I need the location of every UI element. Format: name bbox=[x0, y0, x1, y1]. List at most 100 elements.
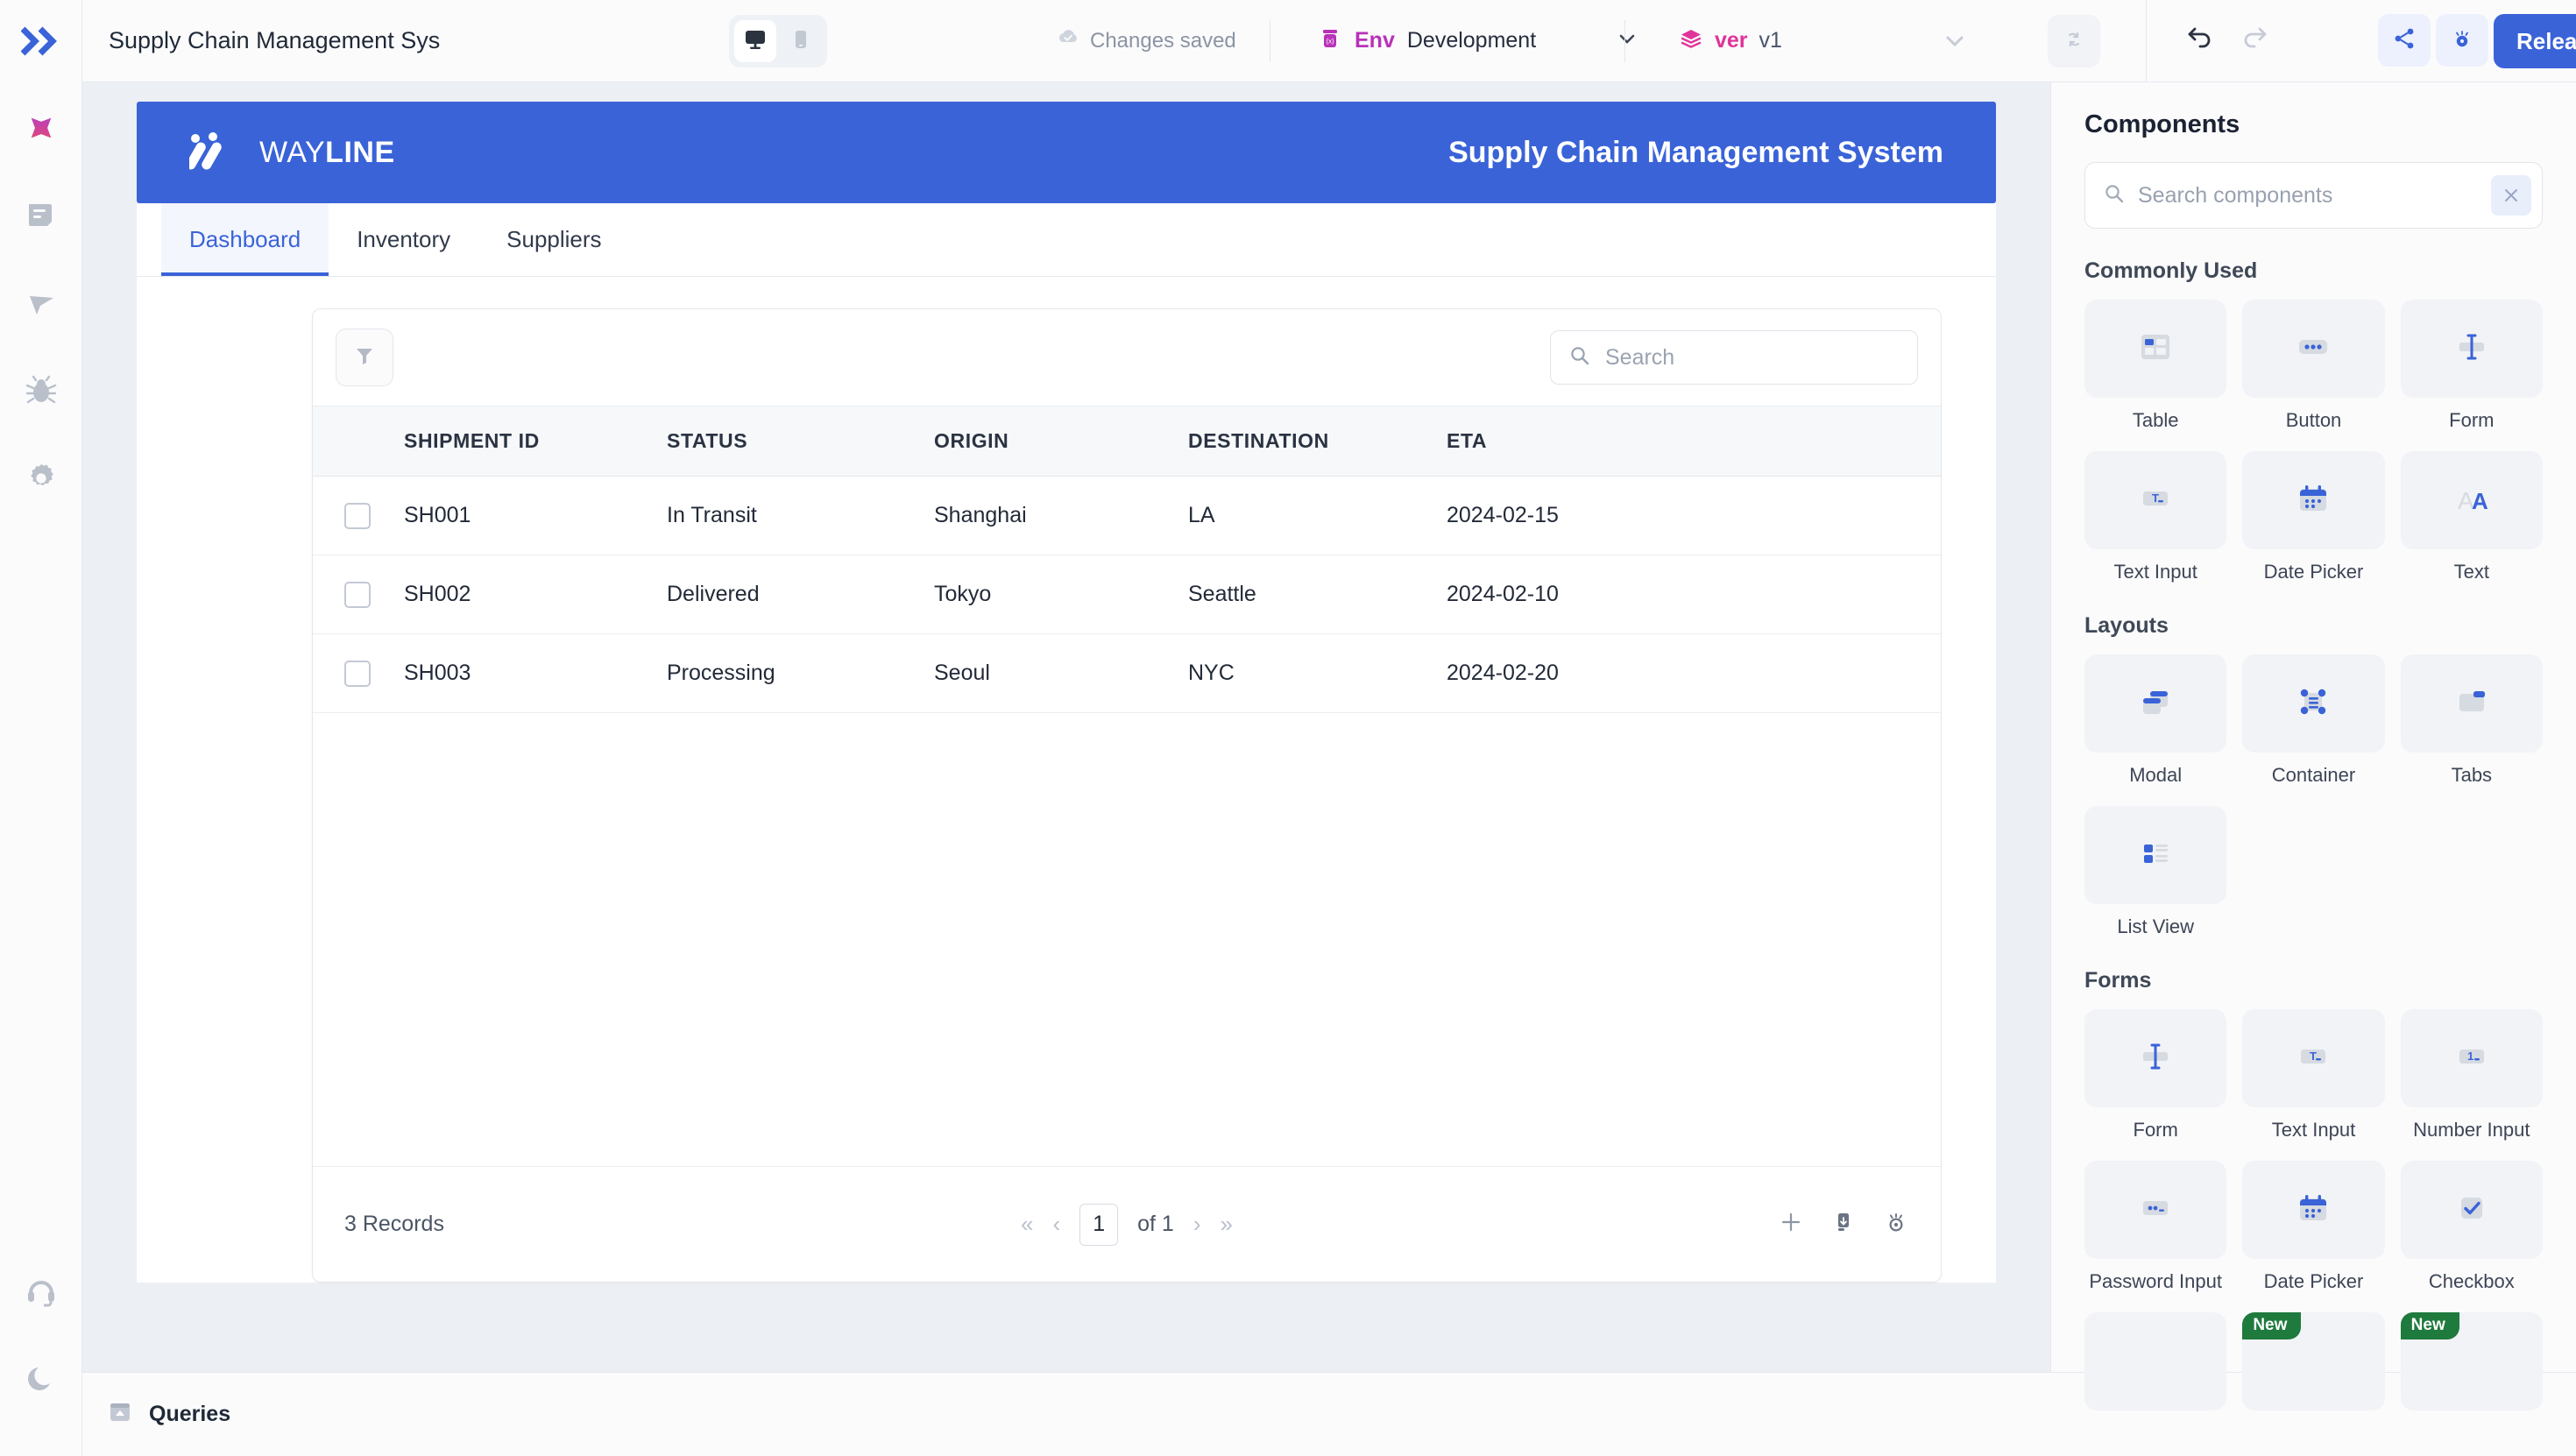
component-card-button[interactable]: Button bbox=[2242, 300, 2385, 432]
sidebar-item-apps[interactable] bbox=[17, 105, 66, 154]
component-label: Text Input bbox=[2113, 561, 2197, 583]
component-label: Date Picker bbox=[2263, 1270, 2364, 1292]
sidebar-item-pages[interactable] bbox=[17, 193, 66, 242]
component-card-form-2[interactable]: Form bbox=[2084, 1009, 2227, 1141]
component-label: Button bbox=[2285, 409, 2342, 431]
column-header-spacer bbox=[1709, 406, 1941, 477]
sidebar-item-settings[interactable] bbox=[17, 456, 66, 505]
table-search-input[interactable] bbox=[1605, 344, 1900, 371]
redo-button[interactable] bbox=[2238, 19, 2269, 55]
environment-selector[interactable]: (x) Env Development bbox=[1318, 25, 1640, 56]
component-card-number-input[interactable]: 1 Number Input bbox=[2400, 1009, 2543, 1141]
refresh-button[interactable] bbox=[2048, 15, 2100, 67]
svg-text:A: A bbox=[2472, 488, 2488, 514]
table-search-box[interactable] bbox=[1550, 330, 1918, 385]
component-card-text[interactable]: A A Text bbox=[2400, 451, 2543, 583]
column-header-destination[interactable]: DESTINATION bbox=[1188, 406, 1447, 477]
version-selector[interactable]: ver v1 bbox=[1679, 26, 1782, 55]
table-row[interactable]: SH002 Delivered Tokyo Seattle 2024-02-10 bbox=[313, 555, 1941, 634]
cell-origin: Shanghai bbox=[934, 476, 1188, 555]
new-badge: New bbox=[2242, 1312, 2302, 1339]
text-input-component-icon: T bbox=[2133, 476, 2178, 526]
cell-spacer bbox=[1709, 633, 1941, 713]
component-card-modal[interactable]: Modal bbox=[2084, 654, 2227, 787]
component-card-tabs[interactable]: Tabs bbox=[2400, 654, 2543, 787]
component-tile bbox=[2084, 300, 2227, 398]
select-all-header bbox=[313, 406, 404, 477]
wayline-chevrons-logo[interactable] bbox=[0, 0, 82, 82]
double-chevron-right-icon[interactable]: » bbox=[1221, 1211, 1233, 1238]
component-card-text-input[interactable]: T Text Input bbox=[2084, 451, 2227, 583]
version-chevron-down-icon[interactable] bbox=[1940, 26, 1970, 60]
gear-icon bbox=[25, 462, 58, 499]
column-visibility-button[interactable] bbox=[1883, 1209, 1909, 1240]
share-button[interactable] bbox=[2378, 14, 2431, 67]
cell-spacer bbox=[1709, 476, 1941, 555]
text-component-icon: A A bbox=[2449, 476, 2495, 526]
component-card-partial-2[interactable]: New bbox=[2242, 1312, 2385, 1410]
cell-destination: NYC bbox=[1188, 633, 1447, 713]
chevron-right-icon[interactable]: › bbox=[1193, 1211, 1201, 1238]
column-header-shipment-id[interactable]: SHIPMENT ID bbox=[404, 406, 667, 477]
row-checkbox-cell[interactable] bbox=[313, 555, 404, 634]
sidebar-item-theme[interactable] bbox=[17, 1356, 66, 1405]
cell-status: Delivered bbox=[667, 555, 934, 634]
preview-button[interactable] bbox=[2436, 14, 2488, 67]
component-card-partial-3[interactable]: New bbox=[2400, 1312, 2543, 1410]
workspace-row: WAYLINE Supply Chain Management System D… bbox=[82, 82, 2576, 1456]
filter-button[interactable] bbox=[336, 329, 393, 386]
sidebar-item-debug[interactable] bbox=[17, 368, 66, 417]
component-card-password-input[interactable]: Password Input bbox=[2084, 1161, 2227, 1293]
clear-search-button[interactable] bbox=[2491, 175, 2531, 216]
component-card-date-picker[interactable]: Date Picker bbox=[2242, 451, 2385, 583]
undo-button[interactable] bbox=[2185, 19, 2217, 55]
page-number-input[interactable]: 1 bbox=[1079, 1203, 1119, 1246]
release-button[interactable]: Release bbox=[2494, 14, 2576, 68]
number-input-component-icon: 1 bbox=[2449, 1034, 2495, 1084]
undo-icon bbox=[2188, 27, 2211, 48]
column-header-status[interactable]: STATUS bbox=[667, 406, 934, 477]
component-card-container[interactable]: Container bbox=[2242, 654, 2385, 787]
component-card-form[interactable]: Form bbox=[2400, 300, 2543, 432]
component-search-input[interactable] bbox=[2138, 182, 2479, 209]
device-desktop-button[interactable] bbox=[734, 20, 776, 62]
refresh-icon bbox=[2062, 27, 2086, 56]
component-card-checkbox[interactable]: Checkbox bbox=[2400, 1161, 2543, 1293]
component-card-list-view[interactable]: List View bbox=[2084, 806, 2227, 938]
form-component-icon bbox=[2133, 1034, 2178, 1084]
column-header-eta[interactable]: ETA bbox=[1447, 406, 1709, 477]
device-mobile-button[interactable] bbox=[780, 20, 822, 62]
tab-dashboard[interactable]: Dashboard bbox=[161, 203, 329, 276]
column-header-origin[interactable]: ORIGIN bbox=[934, 406, 1188, 477]
sidebar-item-navigation[interactable] bbox=[17, 280, 66, 329]
component-tile bbox=[2242, 300, 2385, 398]
table-row[interactable]: SH001 In Transit Shanghai LA 2024-02-15 bbox=[313, 476, 1941, 555]
component-card-date-picker-2[interactable]: Date Picker bbox=[2242, 1161, 2385, 1293]
double-chevron-left-icon[interactable]: « bbox=[1021, 1211, 1033, 1238]
chevron-down-icon[interactable] bbox=[1614, 25, 1640, 56]
cell-eta: 2024-02-20 bbox=[1447, 633, 1709, 713]
row-checkbox-cell[interactable] bbox=[313, 476, 404, 555]
bug-icon bbox=[25, 374, 58, 412]
chevron-left-icon[interactable]: ‹ bbox=[1052, 1211, 1060, 1238]
download-button[interactable] bbox=[1830, 1209, 1857, 1240]
preview-eye-icon bbox=[2450, 26, 2474, 55]
row-checkbox-cell[interactable] bbox=[313, 633, 404, 713]
app-title[interactable]: Supply Chain Management Sys bbox=[109, 27, 440, 54]
table-row[interactable]: SH003 Processing Seoul NYC 2024-02-20 bbox=[313, 633, 1941, 713]
row-checkbox[interactable] bbox=[344, 502, 371, 529]
component-card-table[interactable]: Table bbox=[2084, 300, 2227, 432]
cloud-check-icon bbox=[1057, 26, 1079, 55]
device-preview-toggle[interactable] bbox=[729, 15, 827, 67]
add-row-button[interactable] bbox=[1778, 1209, 1804, 1240]
cell-eta: 2024-02-15 bbox=[1447, 476, 1709, 555]
component-search-box[interactable] bbox=[2084, 162, 2543, 229]
tab-inventory[interactable]: Inventory bbox=[329, 203, 478, 276]
row-checkbox[interactable] bbox=[344, 660, 371, 687]
component-card-partial-1[interactable] bbox=[2084, 1312, 2227, 1410]
component-card-text-input-2[interactable]: T Text Input bbox=[2242, 1009, 2385, 1141]
component-tile bbox=[2242, 1161, 2385, 1259]
tab-suppliers[interactable]: Suppliers bbox=[478, 203, 629, 276]
row-checkbox[interactable] bbox=[344, 581, 371, 608]
sidebar-item-support[interactable] bbox=[17, 1269, 66, 1318]
